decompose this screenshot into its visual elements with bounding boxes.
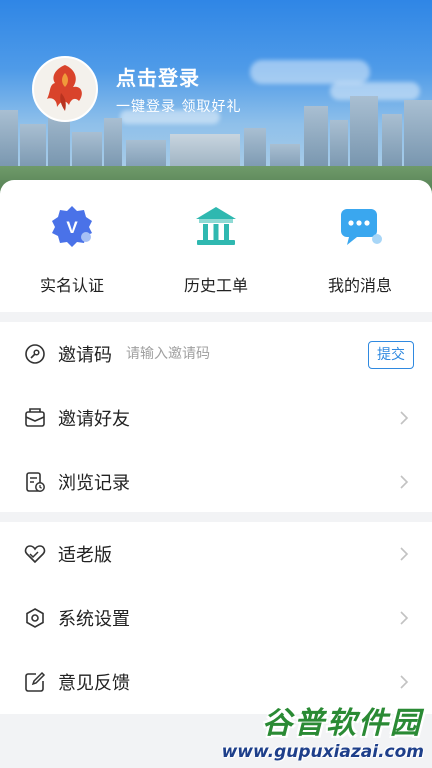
cloud	[250, 60, 370, 84]
menu-item-label: 邀请好友	[58, 409, 130, 430]
invite-code-label: 邀请码	[58, 345, 112, 366]
key-icon	[24, 343, 46, 365]
invite-code-row: 邀请码 提交	[0, 322, 432, 386]
quick-action-real-name[interactable]: V 实名认证	[0, 202, 144, 296]
message-bubble-icon	[336, 202, 384, 250]
envelope-icon	[24, 407, 46, 429]
invite-code-input[interactable]	[126, 346, 306, 362]
phoenix-logo-icon	[47, 65, 82, 111]
menu-item-invite-friends[interactable]: 邀请好友	[0, 386, 432, 450]
menu-item-label: 系统设置	[58, 609, 130, 630]
avatar[interactable]	[32, 56, 98, 122]
history-doc-icon	[24, 471, 46, 493]
site-watermark: 谷普软件园 www.gupuxiazai.com	[222, 698, 428, 762]
watermark-url: www.gupuxiazai.com	[221, 742, 424, 762]
quick-action-label: 我的消息	[327, 276, 392, 295]
menu-item-elderly-mode[interactable]: 适老版	[0, 522, 432, 586]
menu-item-system-settings[interactable]: 系统设置	[0, 586, 432, 650]
heart-hands-icon	[24, 543, 46, 565]
menu-item-label: 适老版	[58, 545, 112, 566]
gear-hexagon-icon	[24, 607, 46, 629]
chevron-right-icon	[400, 411, 409, 425]
chevron-right-icon	[400, 547, 409, 561]
quick-action-label: 实名认证	[39, 276, 104, 295]
quick-actions-panel: V 实名认证 历史工单 我的消息	[0, 180, 432, 312]
verified-badge-icon: V	[48, 202, 96, 250]
building-icon	[192, 202, 240, 250]
edit-icon	[24, 671, 46, 693]
menu-item-label: 意见反馈	[58, 673, 130, 694]
watermark-name: 谷普软件园	[262, 706, 422, 741]
menu-group-settings: 适老版 系统设置 意见反馈	[0, 522, 432, 714]
menu-group-account: 邀请码 提交 邀请好友 浏览记录	[0, 322, 432, 512]
menu-item-label: 浏览记录	[58, 473, 130, 494]
login-title[interactable]: 点击登录	[116, 62, 200, 91]
svg-text:V: V	[66, 218, 78, 237]
quick-action-label: 历史工单	[183, 276, 248, 295]
quick-action-history-orders[interactable]: 历史工单	[144, 202, 288, 296]
chevron-right-icon	[400, 675, 409, 689]
submit-button[interactable]: 提交	[368, 341, 414, 369]
chevron-right-icon	[400, 611, 409, 625]
quick-action-my-messages[interactable]: 我的消息	[288, 202, 432, 296]
login-subtitle: 一键登录 领取好礼	[116, 99, 242, 115]
menu-item-browse-history[interactable]: 浏览记录	[0, 450, 432, 514]
chevron-right-icon	[400, 475, 409, 489]
